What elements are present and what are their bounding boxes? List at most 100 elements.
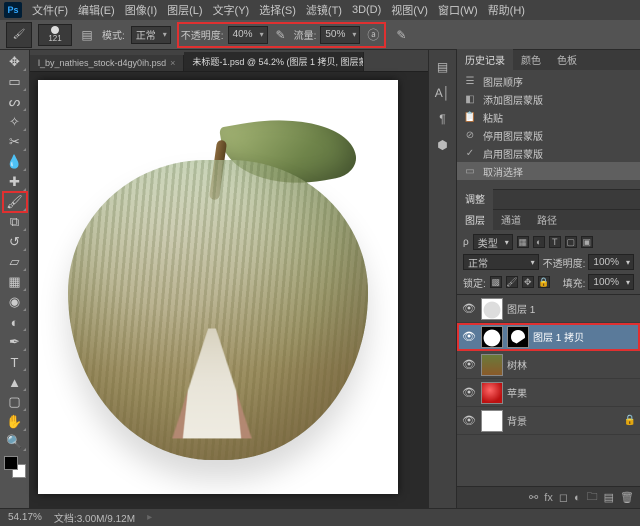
layer-thumbnail[interactable] [481, 298, 503, 320]
blend-mode-select[interactable]: 正常 [463, 254, 539, 270]
layer-opacity-select[interactable]: 100% [588, 254, 634, 270]
filter-smart-icon[interactable]: ▣ [581, 236, 593, 248]
history-item[interactable]: ☰图层顺序 [457, 72, 640, 90]
hand-tool[interactable]: ✋ [3, 412, 27, 432]
flow-select[interactable]: 50% [320, 26, 360, 44]
canvas[interactable] [38, 80, 398, 494]
foreground-color-swatch[interactable] [4, 456, 18, 470]
lock-transparent-icon[interactable]: ▩ [490, 276, 502, 288]
layer-mask-icon[interactable]: ◻ [559, 491, 568, 504]
menu-filter[interactable]: 滤镜(T) [302, 0, 346, 20]
fill-select[interactable]: 100% [588, 274, 634, 290]
swatches-tab[interactable]: 色板 [549, 49, 585, 70]
layer-thumbnail[interactable] [481, 410, 503, 432]
character-panel-icon[interactable]: A│ [434, 84, 452, 102]
adjustments-tab[interactable]: 调整 [457, 188, 493, 209]
new-fill-icon[interactable]: ◐ [574, 492, 581, 504]
history-item[interactable]: ◧添加图层蒙版 [457, 90, 640, 108]
shape-tool[interactable]: ▢ [3, 392, 27, 412]
history-tab[interactable]: 历史记录 [457, 49, 513, 70]
layers-tab[interactable]: 图层 [457, 209, 493, 230]
paths-tab[interactable]: 路径 [529, 209, 565, 230]
new-layer-icon[interactable]: ▤ [604, 491, 614, 504]
menu-type[interactable]: 文字(Y) [209, 0, 254, 20]
3d-panel-icon[interactable]: ⬢ [434, 136, 452, 154]
marquee-tool[interactable]: ▭ [3, 72, 27, 92]
blend-mode-select[interactable]: 正常 [131, 26, 171, 44]
menu-3d[interactable]: 3D(D) [348, 2, 385, 18]
document-tab[interactable]: 未标题-1.psd @ 54.2% (图层 1 拷贝, 图层蒙版/8) * × [184, 52, 364, 71]
brush-panel-toggle-icon[interactable]: ▤ [78, 26, 96, 44]
opacity-select[interactable]: 40% [228, 26, 268, 44]
type-tool[interactable]: T [3, 352, 27, 372]
lock-pixels-icon[interactable]: 🖌 [506, 276, 518, 288]
filter-shape-icon[interactable]: ▢ [565, 236, 577, 248]
foreground-background-colors[interactable] [4, 456, 26, 478]
history-item[interactable]: ⊘停用图层蒙版 [457, 126, 640, 144]
zoom-level[interactable]: 54.17% [8, 512, 42, 523]
status-menu-icon[interactable]: ▸ [147, 512, 152, 523]
filter-type-icon[interactable]: T [549, 236, 561, 248]
history-item[interactable]: 📋粘贴 [457, 108, 640, 126]
healing-brush-tool[interactable]: ✚ [3, 172, 27, 192]
menu-edit[interactable]: 编辑(E) [74, 0, 119, 20]
pressure-size-icon[interactable]: ✎ [392, 26, 410, 44]
pen-tool[interactable]: ✒ [3, 332, 27, 352]
pressure-opacity-icon[interactable]: ✎ [272, 26, 290, 44]
visibility-toggle-icon[interactable]: 👁 [461, 414, 477, 427]
layer-name[interactable]: 图层 1 [507, 301, 636, 316]
tool-preset-picker[interactable]: 🖌 [6, 22, 32, 48]
layer-kind-select[interactable]: 类型 [473, 234, 513, 250]
layer-row[interactable]: 👁背景🔒 [457, 407, 640, 435]
magic-wand-tool[interactable]: ✧ [3, 112, 27, 132]
layer-mask-thumbnail[interactable] [507, 326, 529, 348]
airbrush-icon[interactable]: ⓐ [364, 26, 382, 44]
visibility-toggle-icon[interactable]: 👁 [461, 358, 477, 371]
layer-row[interactable]: 👁 苹果 [457, 379, 640, 407]
dodge-tool[interactable]: ◐ [3, 312, 27, 332]
stamp-tool[interactable]: ⧉ [3, 212, 27, 232]
move-tool[interactable]: ✥ [3, 52, 27, 72]
path-select-tool[interactable]: ▲ [3, 372, 27, 392]
gradient-tool[interactable]: ▦ [3, 272, 27, 292]
layer-thumbnail[interactable] [481, 354, 503, 376]
history-item[interactable]: ✓启用图层蒙版 [457, 144, 640, 162]
layer-row[interactable]: 👁 图层 1 拷贝 [457, 323, 640, 351]
link-layers-icon[interactable]: ⚯ [529, 491, 538, 504]
menu-window[interactable]: 窗口(W) [434, 0, 482, 20]
layer-name[interactable]: 图层 1 拷贝 [533, 329, 636, 344]
history-brush-tool[interactable]: ↺ [3, 232, 27, 252]
layer-name[interactable]: 苹果 [507, 385, 636, 400]
delete-layer-icon[interactable]: 🗑 [620, 491, 634, 504]
eraser-tool[interactable]: ▱ [3, 252, 27, 272]
color-tab[interactable]: 颜色 [513, 49, 549, 70]
brush-preset-picker[interactable]: 121 [38, 24, 72, 46]
menu-file[interactable]: 文件(F) [28, 0, 72, 20]
blur-tool[interactable]: ◉ [3, 292, 27, 312]
zoom-tool[interactable]: 🔍 [3, 432, 27, 452]
menu-help[interactable]: 帮助(H) [484, 0, 529, 20]
layer-style-icon[interactable]: fx [544, 492, 553, 504]
layer-row[interactable]: 👁 树林 [457, 351, 640, 379]
paragraph-panel-icon[interactable]: ¶ [434, 110, 452, 128]
filter-pixel-icon[interactable]: ▦ [517, 236, 529, 248]
document-tab[interactable]: l_by_nathies_stock-d4gy0ih.psd × [30, 55, 184, 71]
layer-thumbnail[interactable] [481, 382, 503, 404]
layer-row[interactable]: 👁图层 1 [457, 295, 640, 323]
close-tab-icon[interactable]: × [170, 58, 175, 68]
layer-thumbnail[interactable] [481, 326, 503, 348]
brush-tool[interactable]: 🖌 [3, 192, 27, 212]
visibility-toggle-icon[interactable]: 👁 [461, 330, 477, 343]
layer-name[interactable]: 背景 [507, 413, 620, 428]
new-group-icon[interactable]: 🗀 [587, 488, 598, 507]
crop-tool[interactable]: ✂ [3, 132, 27, 152]
menu-view[interactable]: 视图(V) [387, 0, 432, 20]
layer-name[interactable]: 树林 [507, 357, 636, 372]
lock-all-icon[interactable]: 🔒 [538, 276, 550, 288]
menu-image[interactable]: 图像(I) [121, 0, 161, 20]
menu-select[interactable]: 选择(S) [255, 0, 300, 20]
history-item[interactable]: ▭取消选择 [457, 162, 640, 180]
visibility-toggle-icon[interactable]: 👁 [461, 386, 477, 399]
lock-position-icon[interactable]: ✥ [522, 276, 534, 288]
channels-tab[interactable]: 通道 [493, 209, 529, 230]
